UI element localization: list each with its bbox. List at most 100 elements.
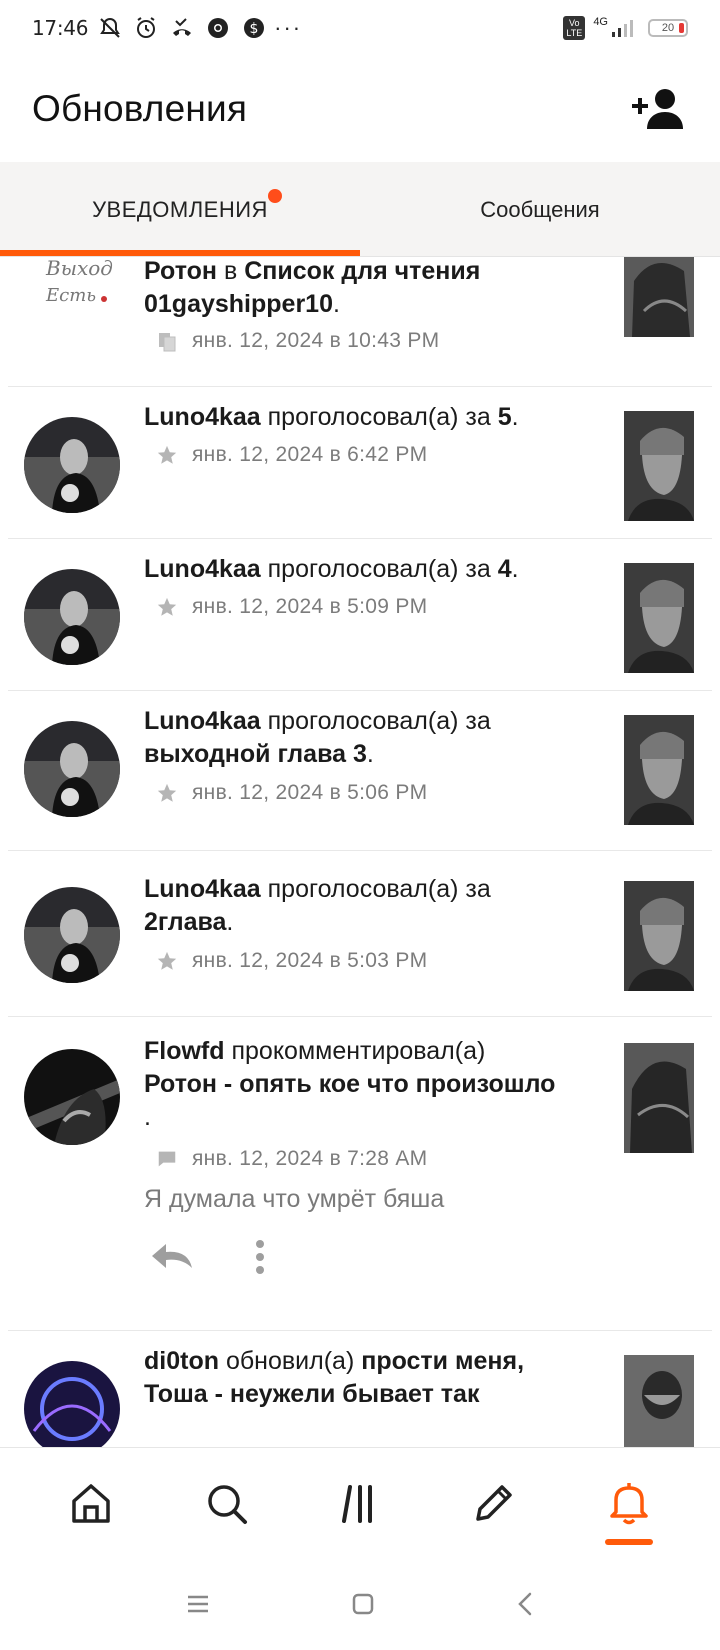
tab-messages[interactable]: Сообщения: [360, 162, 720, 257]
notification-meta: янв. 12, 2024 в 7:28 AM: [156, 1147, 427, 1171]
dollar-app-icon: $: [244, 18, 265, 38]
svg-text:Есть: Есть: [45, 285, 96, 306]
pencil-icon: [476, 1484, 513, 1521]
actor-name[interactable]: Ротон: [144, 257, 217, 285]
volte-badge: Vo LTE: [563, 16, 586, 40]
star-icon: [157, 597, 177, 616]
timestamp: янв. 12, 2024 в 6:42 PM: [192, 443, 428, 466]
actor-name[interactable]: Flowfd: [144, 1037, 225, 1065]
notification-item[interactable]: Luno4kaa проголосовал(а) за выходной гла…: [0, 691, 720, 851]
status-notification-icons: $: [98, 16, 266, 40]
recents-icon[interactable]: [185, 1593, 211, 1615]
nav-search[interactable]: [186, 1463, 266, 1543]
story-link[interactable]: 4: [498, 555, 512, 583]
bell-off-icon: [100, 17, 121, 38]
home-button-icon[interactable]: [351, 1592, 375, 1616]
nav-active-indicator: [604, 1538, 653, 1545]
timestamp: янв. 12, 2024 в 10:43 PM: [192, 329, 440, 352]
notification-item[interactable]: Luno4kaa проголосовал(а) за 4. янв. 12, …: [0, 539, 720, 691]
story-cover[interactable]: [624, 881, 694, 991]
notification-text[interactable]: Luno4kaa проголосовал(а) за выходной гла…: [144, 705, 564, 771]
story-link[interactable]: 2глава: [144, 908, 226, 936]
actor-name[interactable]: Luno4kaa: [144, 403, 261, 431]
notification-item[interactable]: Luno4kaa проголосовал(а) за 5. янв. 12, …: [0, 387, 720, 539]
avatar[interactable]: [24, 569, 120, 665]
back-icon[interactable]: [515, 1591, 535, 1617]
notification-feed[interactable]: Выход Есть Ротон в Список для чтения 01ga…: [0, 257, 720, 1447]
story-cover[interactable]: [624, 1355, 694, 1447]
notification-text[interactable]: Ротон в Список для чтения 01gayshipper10…: [144, 257, 564, 321]
story-link[interactable]: выходной глава 3: [144, 740, 367, 768]
nav-library[interactable]: [320, 1463, 400, 1543]
battery-level: 20: [661, 22, 675, 34]
reading-list-icon: [159, 333, 176, 352]
star-icon: [157, 783, 177, 802]
notification-meta: янв. 12, 2024 в 5:09 PM: [156, 595, 427, 619]
nav-notifications[interactable]: [589, 1463, 669, 1545]
comment-actions: [150, 1239, 266, 1275]
notification-meta: янв. 12, 2024 в 5:03 PM: [156, 949, 427, 973]
page-title: Обновления: [32, 88, 248, 129]
nav-write[interactable]: [454, 1463, 534, 1543]
missed-call-icon: [173, 18, 192, 36]
timestamp: янв. 12, 2024 в 5:03 PM: [192, 949, 428, 972]
svg-text:Выход: Выход: [45, 257, 113, 280]
add-user-button[interactable]: [628, 79, 688, 139]
home-icon: [72, 1483, 110, 1523]
star-icon: [157, 951, 177, 970]
updates-tabs: УВЕДОМЛЕНИЯ Сообщения: [0, 162, 720, 257]
signal-icon: [612, 20, 633, 37]
comment-text: Я думала что умрёт бяша: [144, 1185, 445, 1213]
add-user-icon: [632, 89, 683, 129]
battery-indicator: 20: [648, 19, 688, 37]
tab-notifications-label: УВЕДОМЛЕНИЯ: [92, 196, 268, 222]
actor-name[interactable]: Luno4kaa: [144, 707, 261, 735]
notification-text[interactable]: Luno4kaa проголосовал(а) за 5.: [144, 401, 564, 434]
network-type: 4G: [593, 16, 608, 28]
library-icon: [341, 1484, 372, 1523]
story-cover[interactable]: [624, 563, 694, 673]
story-cover[interactable]: [624, 411, 694, 521]
bottom-navigation: [0, 1447, 720, 1557]
tab-messages-label: Сообщения: [480, 196, 600, 222]
reply-icon[interactable]: [150, 1242, 194, 1272]
nav-home[interactable]: [51, 1463, 131, 1543]
story-link[interactable]: 5: [498, 403, 512, 431]
notification-text[interactable]: Flowfd прокомментировал(а) Ротон - опять…: [144, 1035, 564, 1134]
alarm-icon: [137, 17, 156, 38]
notification-item[interactable]: Flowfd прокомментировал(а) Ротон - опять…: [0, 1017, 720, 1331]
status-time: 17:46: [32, 16, 89, 40]
timestamp: янв. 12, 2024 в 7:28 AM: [192, 1147, 428, 1170]
notification-meta: янв. 12, 2024 в 10:43 PM: [156, 329, 439, 353]
actor-name[interactable]: Luno4kaa: [144, 875, 261, 903]
story-cover[interactable]: [624, 1043, 694, 1153]
story-cover[interactable]: [624, 257, 694, 337]
chrome-icon: [208, 18, 229, 38]
story-cover[interactable]: [624, 715, 694, 825]
story-link[interactable]: Ротон - опять кое что произошло: [144, 1070, 555, 1098]
system-navigation: [0, 1557, 720, 1650]
bell-icon: [610, 1482, 648, 1524]
notification-meta: янв. 12, 2024 в 5:06 PM: [156, 781, 427, 805]
tab-notifications[interactable]: УВЕДОМЛЕНИЯ: [0, 162, 360, 257]
avatar[interactable]: [24, 417, 120, 513]
notification-text[interactable]: Luno4kaa проголосовал(а) за 2глава.: [144, 873, 564, 939]
notification-item[interactable]: Luno4kaa проголосовал(а) за 2глава. янв.…: [0, 851, 720, 1017]
timestamp: янв. 12, 2024 в 5:09 PM: [192, 595, 428, 618]
notification-item[interactable]: Выход Есть Ротон в Список для чтения 01ga…: [0, 257, 720, 387]
timestamp: янв. 12, 2024 в 5:06 PM: [192, 781, 428, 804]
avatar[interactable]: [24, 1049, 120, 1145]
notification-item[interactable]: di0ton обновил(а) прости меня, Тоша - не…: [0, 1331, 720, 1447]
notification-meta: янв. 12, 2024 в 6:42 PM: [156, 443, 427, 467]
more-options-icon[interactable]: [254, 1239, 266, 1275]
notification-text[interactable]: Luno4kaa проголосовал(а) за 4.: [144, 553, 564, 586]
avatar[interactable]: [24, 721, 120, 817]
actor-name[interactable]: Luno4kaa: [144, 555, 261, 583]
unread-dot: [268, 189, 282, 203]
notification-text[interactable]: di0ton обновил(а) прости меня, Тоша - не…: [144, 1345, 564, 1411]
status-bar: 17:46 $ ··· Vo LTE 4G 20: [0, 0, 720, 56]
avatar[interactable]: [24, 887, 120, 983]
actor-name[interactable]: di0ton: [144, 1347, 219, 1375]
avatar[interactable]: [24, 1361, 120, 1447]
avatar: Выход Есть: [24, 257, 120, 319]
